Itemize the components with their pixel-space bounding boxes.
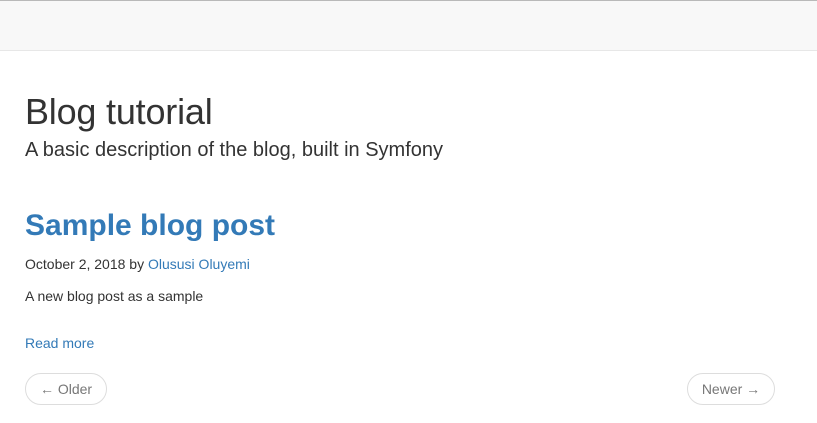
blog-title: Blog tutorial [25,91,213,132]
post-title-link[interactable]: Sample blog post [25,209,275,242]
blog-description: A basic description of the blog, built i… [25,139,444,161]
post-by-label: by [129,256,145,272]
post-title: Sample blog post [25,206,785,246]
post-excerpt: A new blog post as a sample [25,288,204,304]
read-more-link[interactable]: Read more [25,333,94,353]
blog-post: Sample blog post October 2, 2018 by Olus… [25,206,785,353]
older-button[interactable]: ← Older [25,373,107,405]
post-author-link[interactable]: Olususi Oluyemi [148,256,250,272]
newer-button[interactable]: Newer → [687,373,775,405]
top-navbar [0,0,817,51]
post-date: October 2, 2018 [25,256,126,272]
blog-header: Blog tutorial A basic description of the… [25,92,443,163]
post-meta: October 2, 2018 by Olususi Oluyemi [25,254,785,274]
